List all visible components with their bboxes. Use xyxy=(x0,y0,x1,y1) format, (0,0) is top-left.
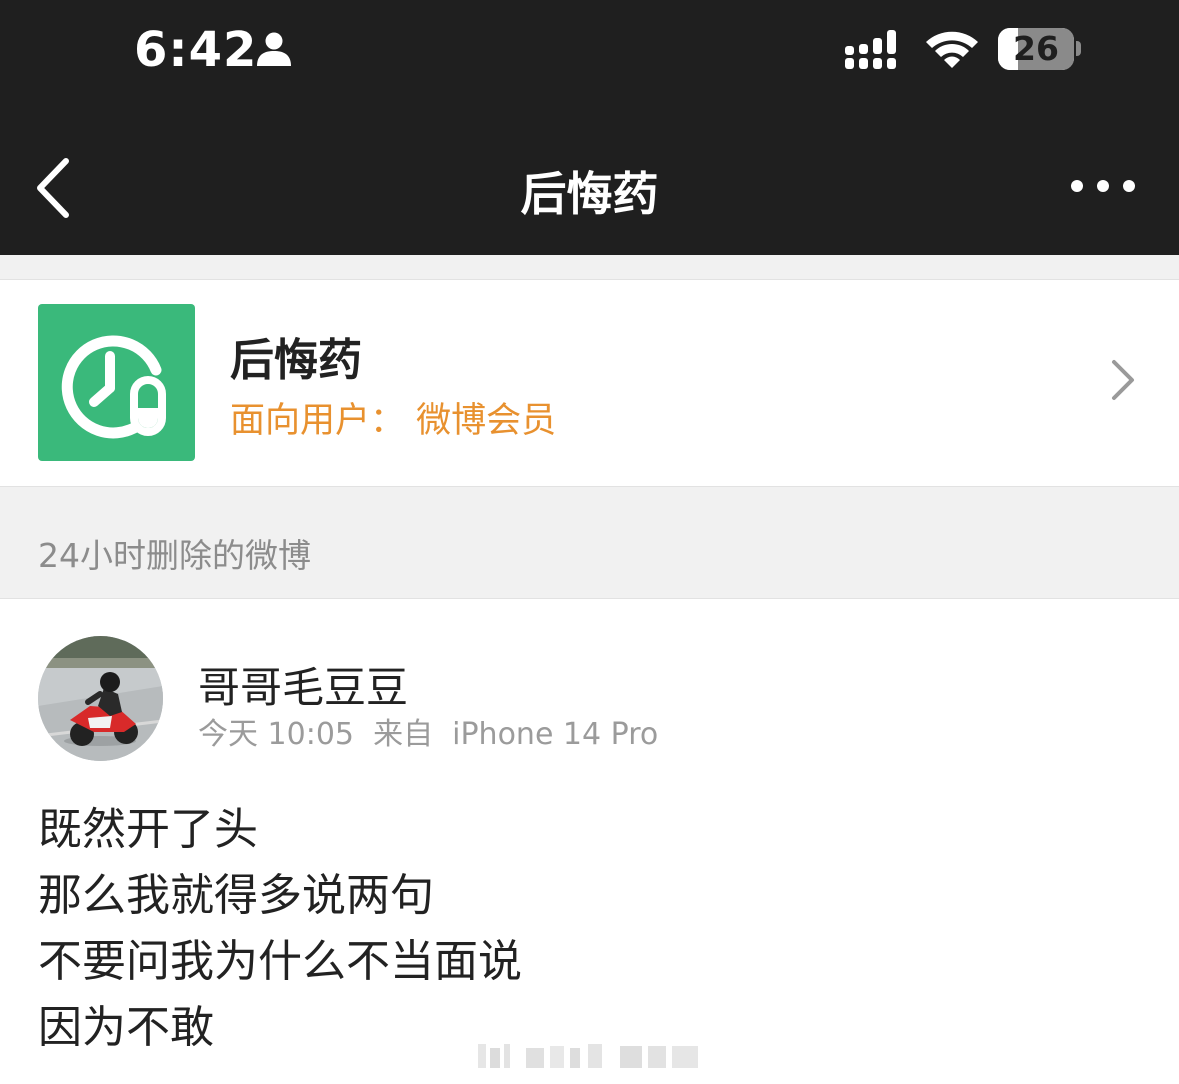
content-line: 那么我就得多说两句 xyxy=(38,870,434,921)
avatar[interactable] xyxy=(38,636,163,761)
section-title: 24小时删除的微博 xyxy=(38,536,311,575)
post-meta: 今天 10:05 来自 iPhone 14 Pro xyxy=(198,717,659,752)
battery-level: 26 xyxy=(1013,29,1059,68)
feature-card[interactable]: 后悔药 面向用户： 微博会员 xyxy=(0,280,1179,486)
motorcycle-rider-image xyxy=(38,636,163,761)
top-spacer xyxy=(0,255,1179,280)
battery-icon: 26 xyxy=(998,28,1074,70)
signal-icon xyxy=(845,30,896,69)
page-title: 后悔药 xyxy=(520,167,659,221)
person-icon xyxy=(257,32,291,66)
status-time: 6:42 xyxy=(134,22,258,78)
watermark xyxy=(478,1044,698,1068)
battery-nub xyxy=(1076,41,1081,56)
chevron-right-icon[interactable] xyxy=(1108,358,1138,402)
section-header: 24小时删除的微博 xyxy=(0,486,1179,599)
feature-name: 后悔药 xyxy=(230,335,362,386)
content-line: 不要问我为什么不当面说 xyxy=(38,936,522,987)
clock-pill-icon xyxy=(61,335,166,439)
audience-label: 面向用户： 微博会员 xyxy=(230,401,557,441)
more-icon[interactable] xyxy=(1068,175,1138,197)
content-line: 既然开了头 xyxy=(38,804,258,855)
wifi-icon xyxy=(926,31,978,68)
top-bar: 6:42 26 后悔药 xyxy=(0,0,1179,255)
username[interactable]: 哥哥毛豆豆 xyxy=(198,654,408,715)
post-content: 既然开了头 那么我就得多说两句 不要问我为什么不当面说 因为不敢 xyxy=(38,797,522,1061)
post-card: 哥哥毛豆豆 今天 10:05 来自 iPhone 14 Pro 既然开了头 那么… xyxy=(0,599,1179,1084)
content-line: 因为不敢 xyxy=(38,1002,214,1053)
app-logo xyxy=(38,304,195,461)
